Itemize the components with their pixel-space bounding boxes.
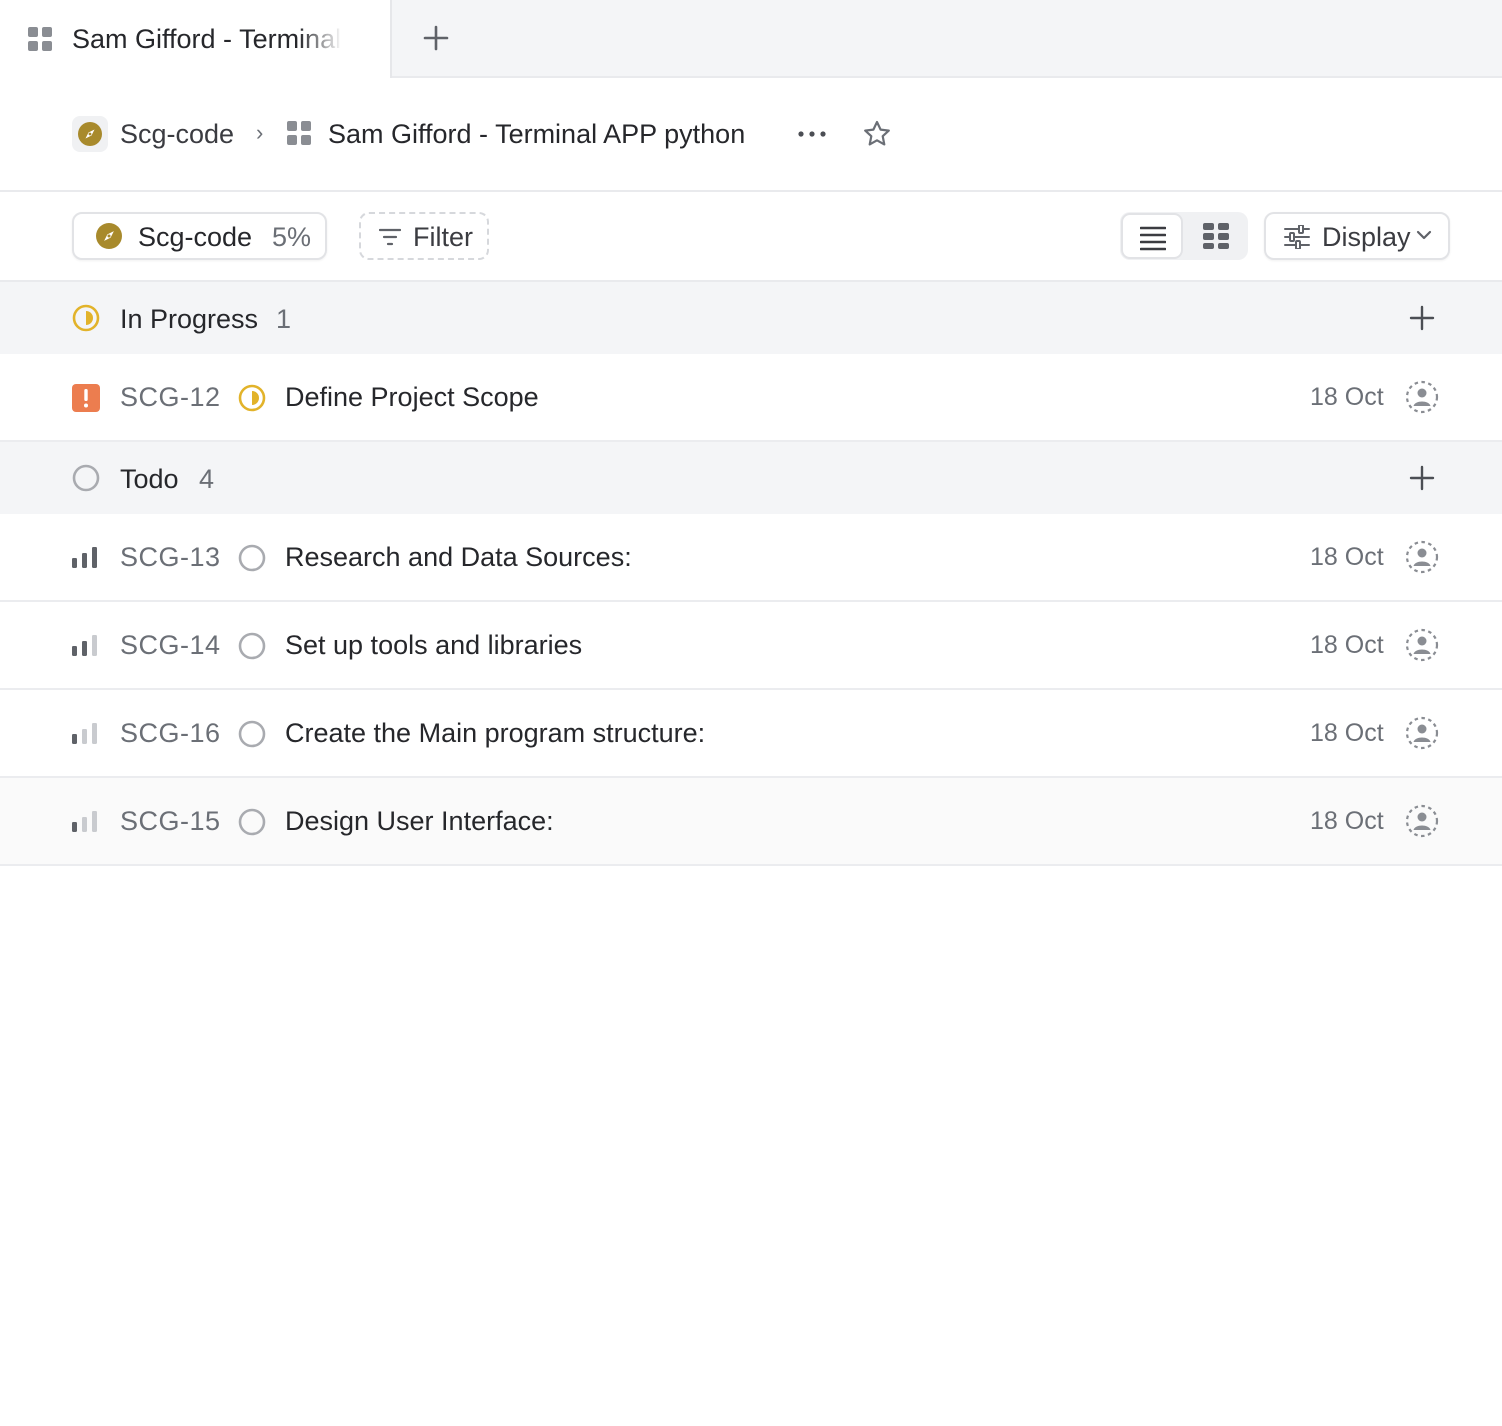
list-icon	[1140, 226, 1166, 251]
breadcrumb: Scg-code › Sam Gifford - Terminal APP py…	[0, 78, 1502, 192]
favorite-button[interactable]	[862, 119, 892, 149]
group-count: 4	[199, 464, 215, 494]
issue-id: SCG-12	[120, 382, 221, 412]
tab-active[interactable]: Sam Gifford - Terminal APP python	[0, 0, 392, 78]
display-label: Display	[1322, 222, 1411, 252]
plus-icon	[423, 25, 449, 51]
issue-title: Set up tools and libraries	[285, 630, 583, 660]
issue-date: 18 Oct	[1310, 719, 1384, 747]
issue-row[interactable]: SCG-16 Create the Main program structure…	[0, 690, 1502, 778]
issue-date: 18 Oct	[1310, 807, 1384, 835]
urgent-priority-icon[interactable]	[72, 384, 100, 417]
todo-status-icon[interactable]	[238, 544, 266, 577]
issue-title: Define Project Scope	[285, 382, 539, 412]
low-priority-icon[interactable]	[72, 720, 100, 753]
group-header-todo[interactable]: Todo 4	[0, 442, 1502, 514]
issue-title: Design User Interface:	[285, 806, 554, 836]
unassigned-avatar-icon[interactable]	[1405, 716, 1439, 755]
group-name: Todo	[120, 464, 179, 494]
compass-icon	[78, 122, 102, 146]
more-options-button[interactable]	[796, 122, 828, 146]
issue-id: SCG-16	[120, 718, 221, 748]
group-header-in-progress[interactable]: In Progress 1	[0, 282, 1502, 354]
project-chip-name: Scg-code	[138, 222, 253, 252]
unassigned-avatar-icon[interactable]	[1405, 628, 1439, 667]
issue-date: 18 Oct	[1310, 631, 1384, 659]
issue-row[interactable]: SCG-15 Design User Interface: 18 Oct	[0, 778, 1502, 866]
tab-bar: Sam Gifford - Terminal APP python	[0, 0, 1502, 78]
issue-id: SCG-15	[120, 806, 221, 836]
breadcrumb-separator: ›	[256, 120, 264, 145]
unassigned-avatar-icon[interactable]	[1405, 804, 1439, 843]
chevron-down-icon	[1416, 230, 1432, 240]
plus-icon	[1409, 465, 1435, 491]
project-icon-badge[interactable]	[72, 116, 108, 152]
group-count: 1	[276, 304, 292, 334]
display-options-button[interactable]: Display	[1264, 212, 1450, 260]
filter-button[interactable]: Filter	[359, 212, 489, 260]
new-tab-button[interactable]	[418, 20, 454, 56]
filter-icon	[379, 228, 401, 246]
sliders-icon	[1284, 225, 1310, 249]
breadcrumb-project[interactable]: Scg-code	[120, 117, 234, 151]
unassigned-avatar-icon[interactable]	[1405, 540, 1439, 579]
issue-date: 18 Oct	[1310, 383, 1384, 411]
more-horizontal-icon	[798, 131, 826, 137]
add-issue-button[interactable]	[1406, 462, 1438, 494]
low-priority-icon[interactable]	[72, 808, 100, 841]
in-progress-status-icon[interactable]	[238, 384, 266, 417]
issue-date: 18 Oct	[1310, 543, 1384, 571]
group-name: In Progress	[120, 304, 259, 334]
add-issue-button[interactable]	[1406, 302, 1438, 334]
medium-priority-icon[interactable]	[72, 632, 100, 665]
board-icon	[1203, 223, 1229, 249]
project-filter-chip[interactable]: Scg-code 5%	[72, 212, 327, 260]
breadcrumb-page[interactable]: Sam Gifford - Terminal APP python	[328, 117, 745, 151]
list-view-button[interactable]	[1121, 213, 1183, 259]
star-icon	[864, 120, 890, 146]
plus-icon	[1409, 305, 1435, 331]
in-progress-status-icon	[72, 304, 100, 337]
todo-status-icon[interactable]	[238, 632, 266, 665]
todo-status-icon[interactable]	[238, 720, 266, 753]
issue-row[interactable]: SCG-12 Define Project Scope 18 Oct	[0, 354, 1502, 442]
todo-status-icon[interactable]	[238, 808, 266, 841]
view-mode-toggle	[1120, 212, 1248, 260]
filter-label: Filter	[413, 222, 473, 252]
issue-title: Create the Main program structure:	[285, 718, 706, 748]
issue-title: Research and Data Sources:	[285, 542, 632, 572]
grid-icon	[287, 121, 311, 150]
todo-status-icon	[72, 464, 100, 497]
board-view-button[interactable]	[1186, 213, 1248, 259]
issue-id: SCG-13	[120, 542, 221, 572]
toolbar: Scg-code 5% Filter Display	[0, 192, 1502, 282]
high-priority-icon[interactable]	[72, 544, 100, 577]
issue-id: SCG-14	[120, 630, 221, 660]
tab-title: Sam Gifford - Terminal APP python	[72, 24, 342, 54]
compass-icon	[96, 223, 122, 249]
grid-icon	[28, 27, 52, 56]
project-chip-progress: 5%	[272, 222, 312, 252]
issue-row[interactable]: SCG-13 Research and Data Sources: 18 Oct	[0, 514, 1502, 602]
issue-row[interactable]: SCG-14 Set up tools and libraries 18 Oct	[0, 602, 1502, 690]
unassigned-avatar-icon[interactable]	[1405, 380, 1439, 419]
